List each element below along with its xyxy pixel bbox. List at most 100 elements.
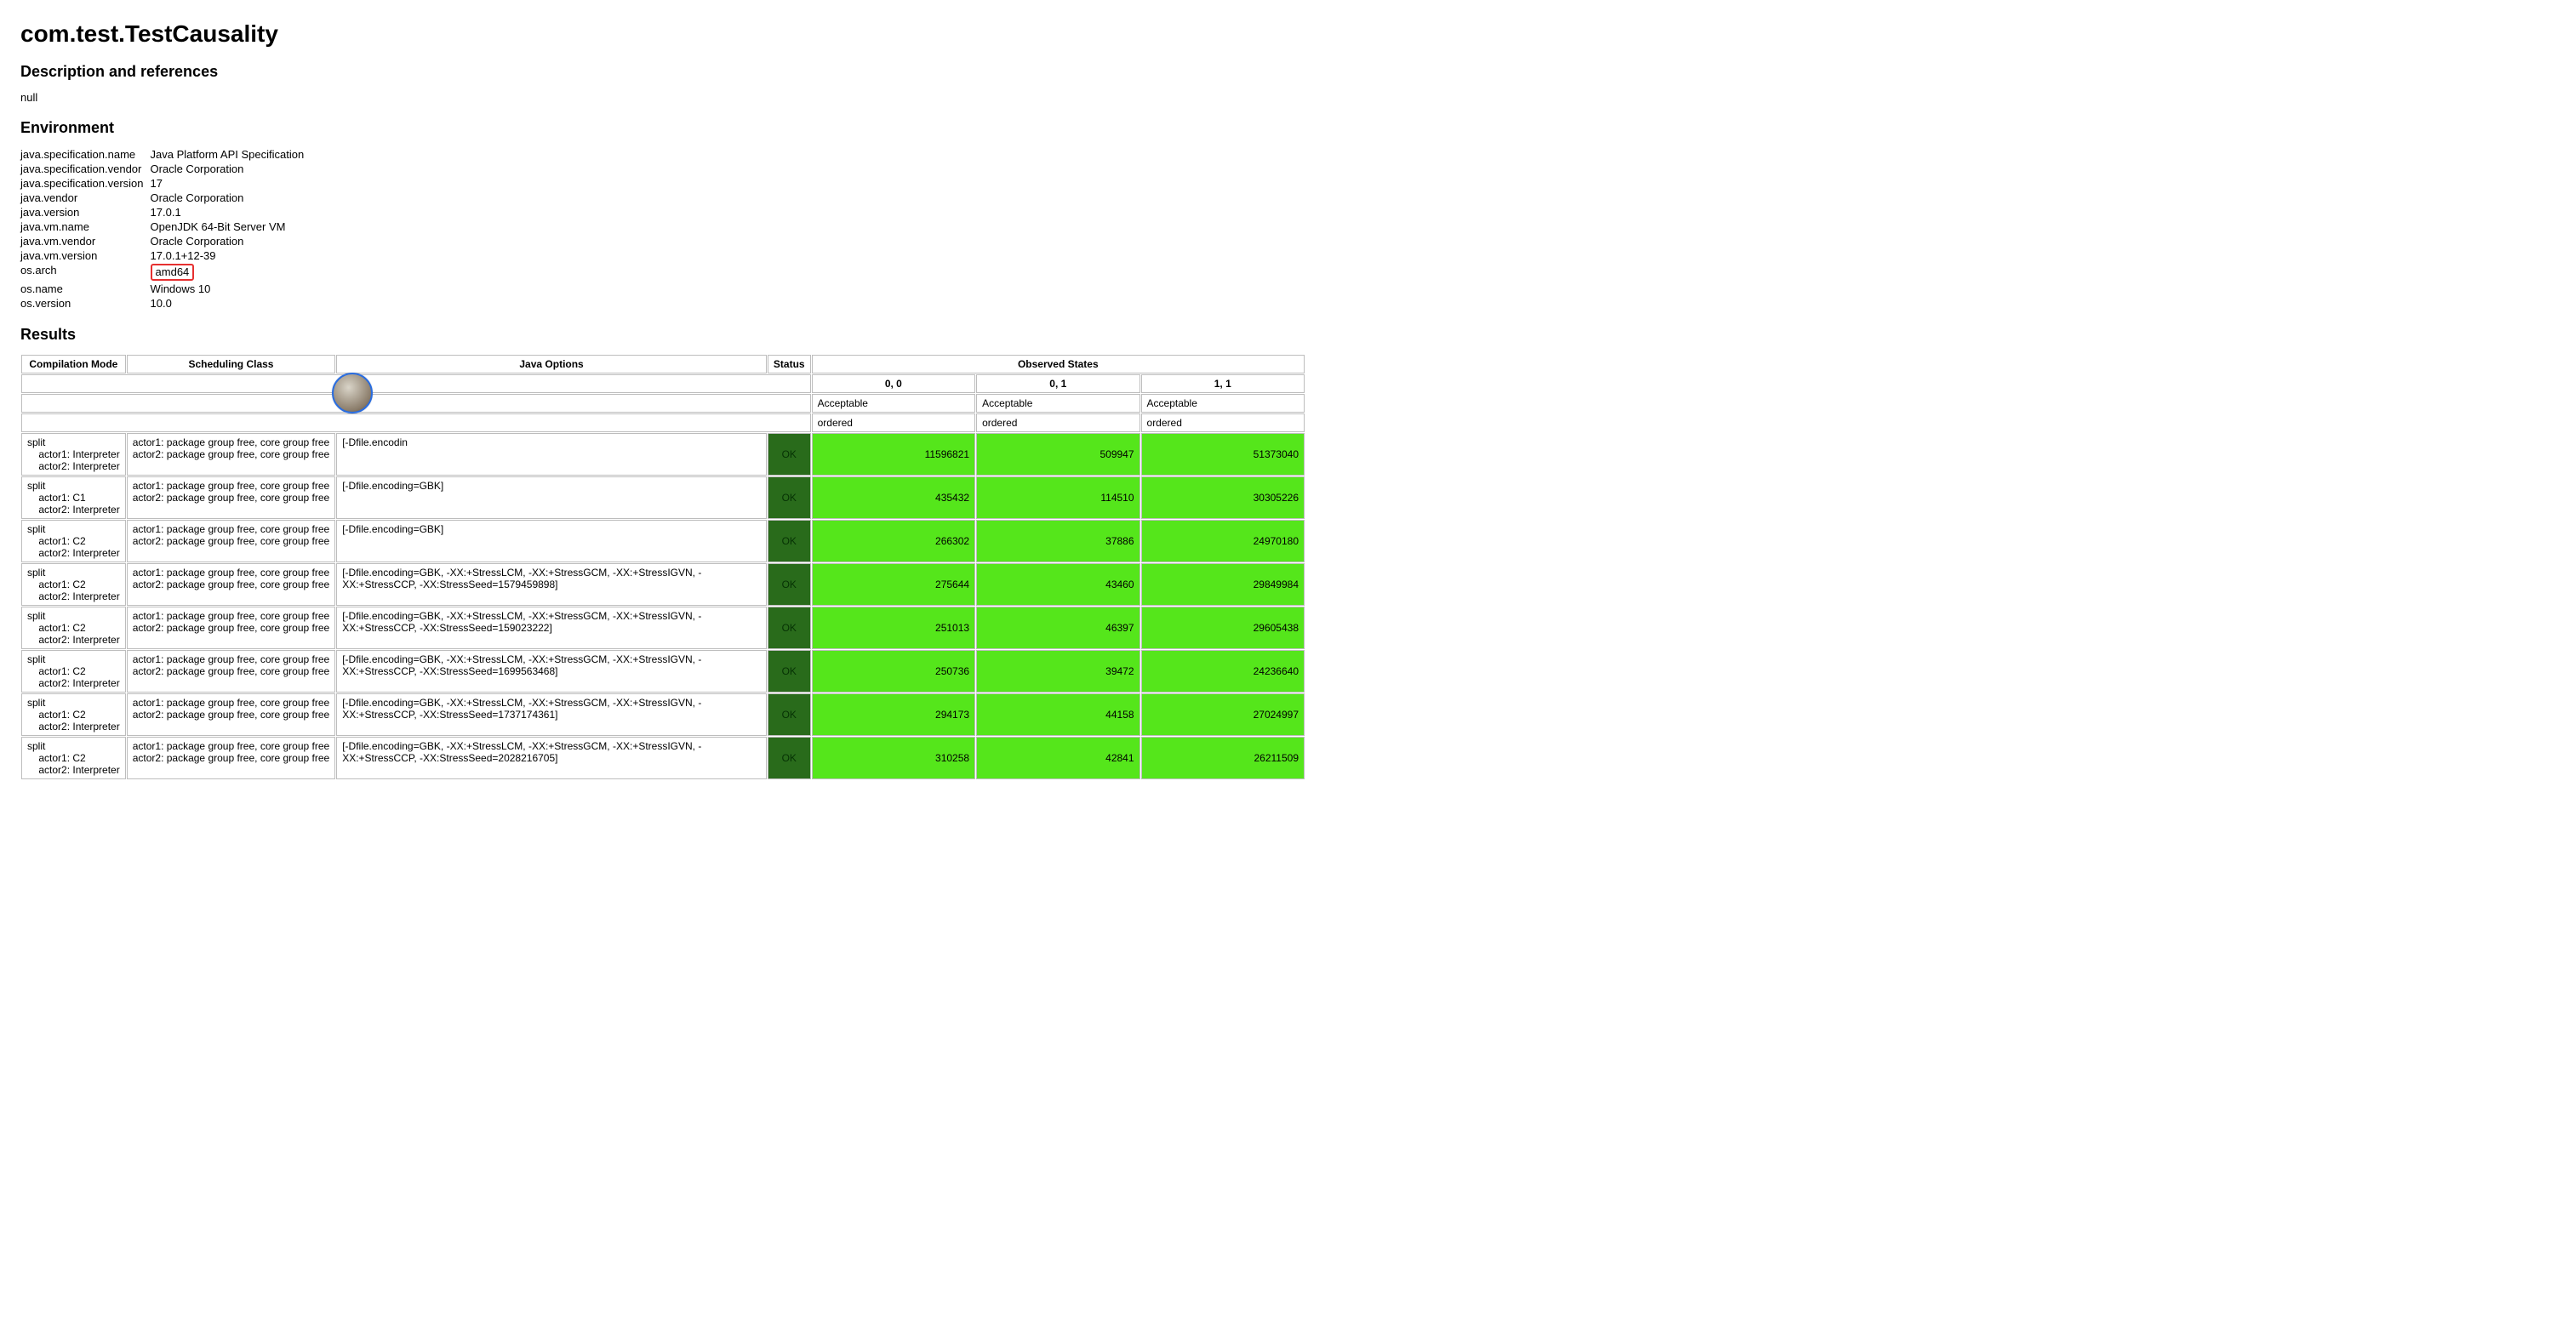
- env-row: java.version17.0.1: [20, 205, 311, 219]
- java-options: [-Dfile.encoding=GBK]: [336, 520, 767, 562]
- observed-count: 51373040: [1141, 433, 1305, 476]
- env-value: Oracle Corporation: [151, 191, 311, 205]
- scheduling-class: actor1: package group free, core group f…: [127, 476, 335, 519]
- observed-count: 24970180: [1141, 520, 1305, 562]
- table-row: split actor1: C2 actor2: Interpreteracto…: [21, 520, 1305, 562]
- env-key: os.arch: [20, 263, 151, 282]
- results-header-row-2: 0, 0 0, 1 1, 1: [21, 374, 1305, 393]
- status-badge: OK: [768, 563, 811, 606]
- java-options: [-Dfile.encodin: [336, 433, 767, 476]
- obs-00-acceptable: Acceptable: [812, 394, 975, 413]
- status-badge: OK: [768, 520, 811, 562]
- java-options: [-Dfile.encoding=GBK, -XX:+StressLCM, -X…: [336, 650, 767, 693]
- table-row: split actor1: C2 actor2: Interpreteracto…: [21, 607, 1305, 649]
- observed-count: 294173: [812, 693, 975, 736]
- env-row: java.specification.vendorOracle Corporat…: [20, 162, 311, 176]
- observed-count: 435432: [812, 476, 975, 519]
- observed-count: 251013: [812, 607, 975, 649]
- col-status: Status: [768, 355, 811, 373]
- env-value: OpenJDK 64-Bit Server VM: [151, 219, 311, 234]
- env-key: java.vendor: [20, 191, 151, 205]
- obs-01-ordered: ordered: [976, 413, 1139, 432]
- obs-00: 0, 0: [812, 374, 975, 393]
- scheduling-class: actor1: package group free, core group f…: [127, 737, 335, 779]
- env-row: java.vm.vendorOracle Corporation: [20, 234, 311, 248]
- env-row: java.vm.nameOpenJDK 64-Bit Server VM: [20, 219, 311, 234]
- status-badge: OK: [768, 693, 811, 736]
- env-value: Java Platform API Specification: [151, 147, 311, 162]
- compilation-mode: split actor1: C2 actor2: Interpreter: [21, 520, 126, 562]
- obs-01: 0, 1: [976, 374, 1139, 393]
- page-title: com.test.TestCausality: [20, 20, 2576, 48]
- env-value: 17.0.1+12-39: [151, 248, 311, 263]
- env-value: 17.0.1: [151, 205, 311, 219]
- table-row: split actor1: Interpreter actor2: Interp…: [21, 433, 1305, 476]
- environment-table: java.specification.nameJava Platform API…: [20, 147, 311, 311]
- table-row: split actor1: C2 actor2: Interpreteracto…: [21, 693, 1305, 736]
- col-javaoptions: Java Options: [336, 355, 767, 373]
- observed-count: 26211509: [1141, 737, 1305, 779]
- status-badge: OK: [768, 737, 811, 779]
- env-value: amd64: [151, 263, 311, 282]
- status-badge: OK: [768, 433, 811, 476]
- compilation-mode: split actor1: Interpreter actor2: Interp…: [21, 433, 126, 476]
- obs-11-ordered: ordered: [1141, 413, 1305, 432]
- java-options: [-Dfile.encoding=GBK, -XX:+StressLCM, -X…: [336, 607, 767, 649]
- observed-count: 250736: [812, 650, 975, 693]
- env-value: Windows 10: [151, 282, 311, 296]
- table-row: split actor1: C2 actor2: Interpreteracto…: [21, 737, 1305, 779]
- observed-count: 275644: [812, 563, 975, 606]
- env-value: 17: [151, 176, 311, 191]
- cursor-avatar-icon: [332, 373, 373, 413]
- env-key: java.vm.version: [20, 248, 151, 263]
- compilation-mode: split actor1: C2 actor2: Interpreter: [21, 563, 126, 606]
- java-options: [-Dfile.encoding=GBK]: [336, 476, 767, 519]
- status-badge: OK: [768, 650, 811, 693]
- env-key: java.vm.name: [20, 219, 151, 234]
- col-compilation: Compilation Mode: [21, 355, 126, 373]
- env-row: os.version10.0: [20, 296, 311, 311]
- results-header-row-1: Compilation Mode Scheduling Class Java O…: [21, 355, 1305, 373]
- env-row: java.vendorOracle Corporation: [20, 191, 311, 205]
- results-table: Compilation Mode Scheduling Class Java O…: [20, 354, 1305, 780]
- observed-count: 114510: [976, 476, 1139, 519]
- results-heading: Results: [20, 326, 2576, 344]
- status-badge: OK: [768, 607, 811, 649]
- observed-count: 44158: [976, 693, 1139, 736]
- env-key: os.version: [20, 296, 151, 311]
- observed-count: 11596821: [812, 433, 975, 476]
- environment-heading: Environment: [20, 119, 2576, 137]
- scheduling-class: actor1: package group free, core group f…: [127, 607, 335, 649]
- env-value: Oracle Corporation: [151, 234, 311, 248]
- description-heading: Description and references: [20, 63, 2576, 81]
- obs-11: 1, 1: [1141, 374, 1305, 393]
- col-scheduling: Scheduling Class: [127, 355, 335, 373]
- env-key: java.specification.version: [20, 176, 151, 191]
- compilation-mode: split actor1: C2 actor2: Interpreter: [21, 607, 126, 649]
- observed-count: 37886: [976, 520, 1139, 562]
- observed-count: 39472: [976, 650, 1139, 693]
- java-options: [-Dfile.encoding=GBK, -XX:+StressLCM, -X…: [336, 737, 767, 779]
- scheduling-class: actor1: package group free, core group f…: [127, 693, 335, 736]
- obs-11-acceptable: Acceptable: [1141, 394, 1305, 413]
- env-value: Oracle Corporation: [151, 162, 311, 176]
- scheduling-class: actor1: package group free, core group f…: [127, 520, 335, 562]
- env-row: java.specification.version17: [20, 176, 311, 191]
- env-key: java.version: [20, 205, 151, 219]
- env-key: java.specification.vendor: [20, 162, 151, 176]
- compilation-mode: split actor1: C1 actor2: Interpreter: [21, 476, 126, 519]
- compilation-mode: split actor1: C2 actor2: Interpreter: [21, 737, 126, 779]
- observed-count: 24236640: [1141, 650, 1305, 693]
- env-key: java.vm.vendor: [20, 234, 151, 248]
- env-row: os.archamd64: [20, 263, 311, 282]
- env-value-highlighted: amd64: [151, 264, 195, 281]
- observed-count: 266302: [812, 520, 975, 562]
- env-row: java.specification.nameJava Platform API…: [20, 147, 311, 162]
- col-observed: Observed States: [812, 355, 1305, 373]
- scheduling-class: actor1: package group free, core group f…: [127, 650, 335, 693]
- env-value: 10.0: [151, 296, 311, 311]
- observed-count: 46397: [976, 607, 1139, 649]
- table-row: split actor1: C2 actor2: Interpreteracto…: [21, 650, 1305, 693]
- results-header-row-4: ordered ordered ordered: [21, 413, 1305, 432]
- observed-count: 43460: [976, 563, 1139, 606]
